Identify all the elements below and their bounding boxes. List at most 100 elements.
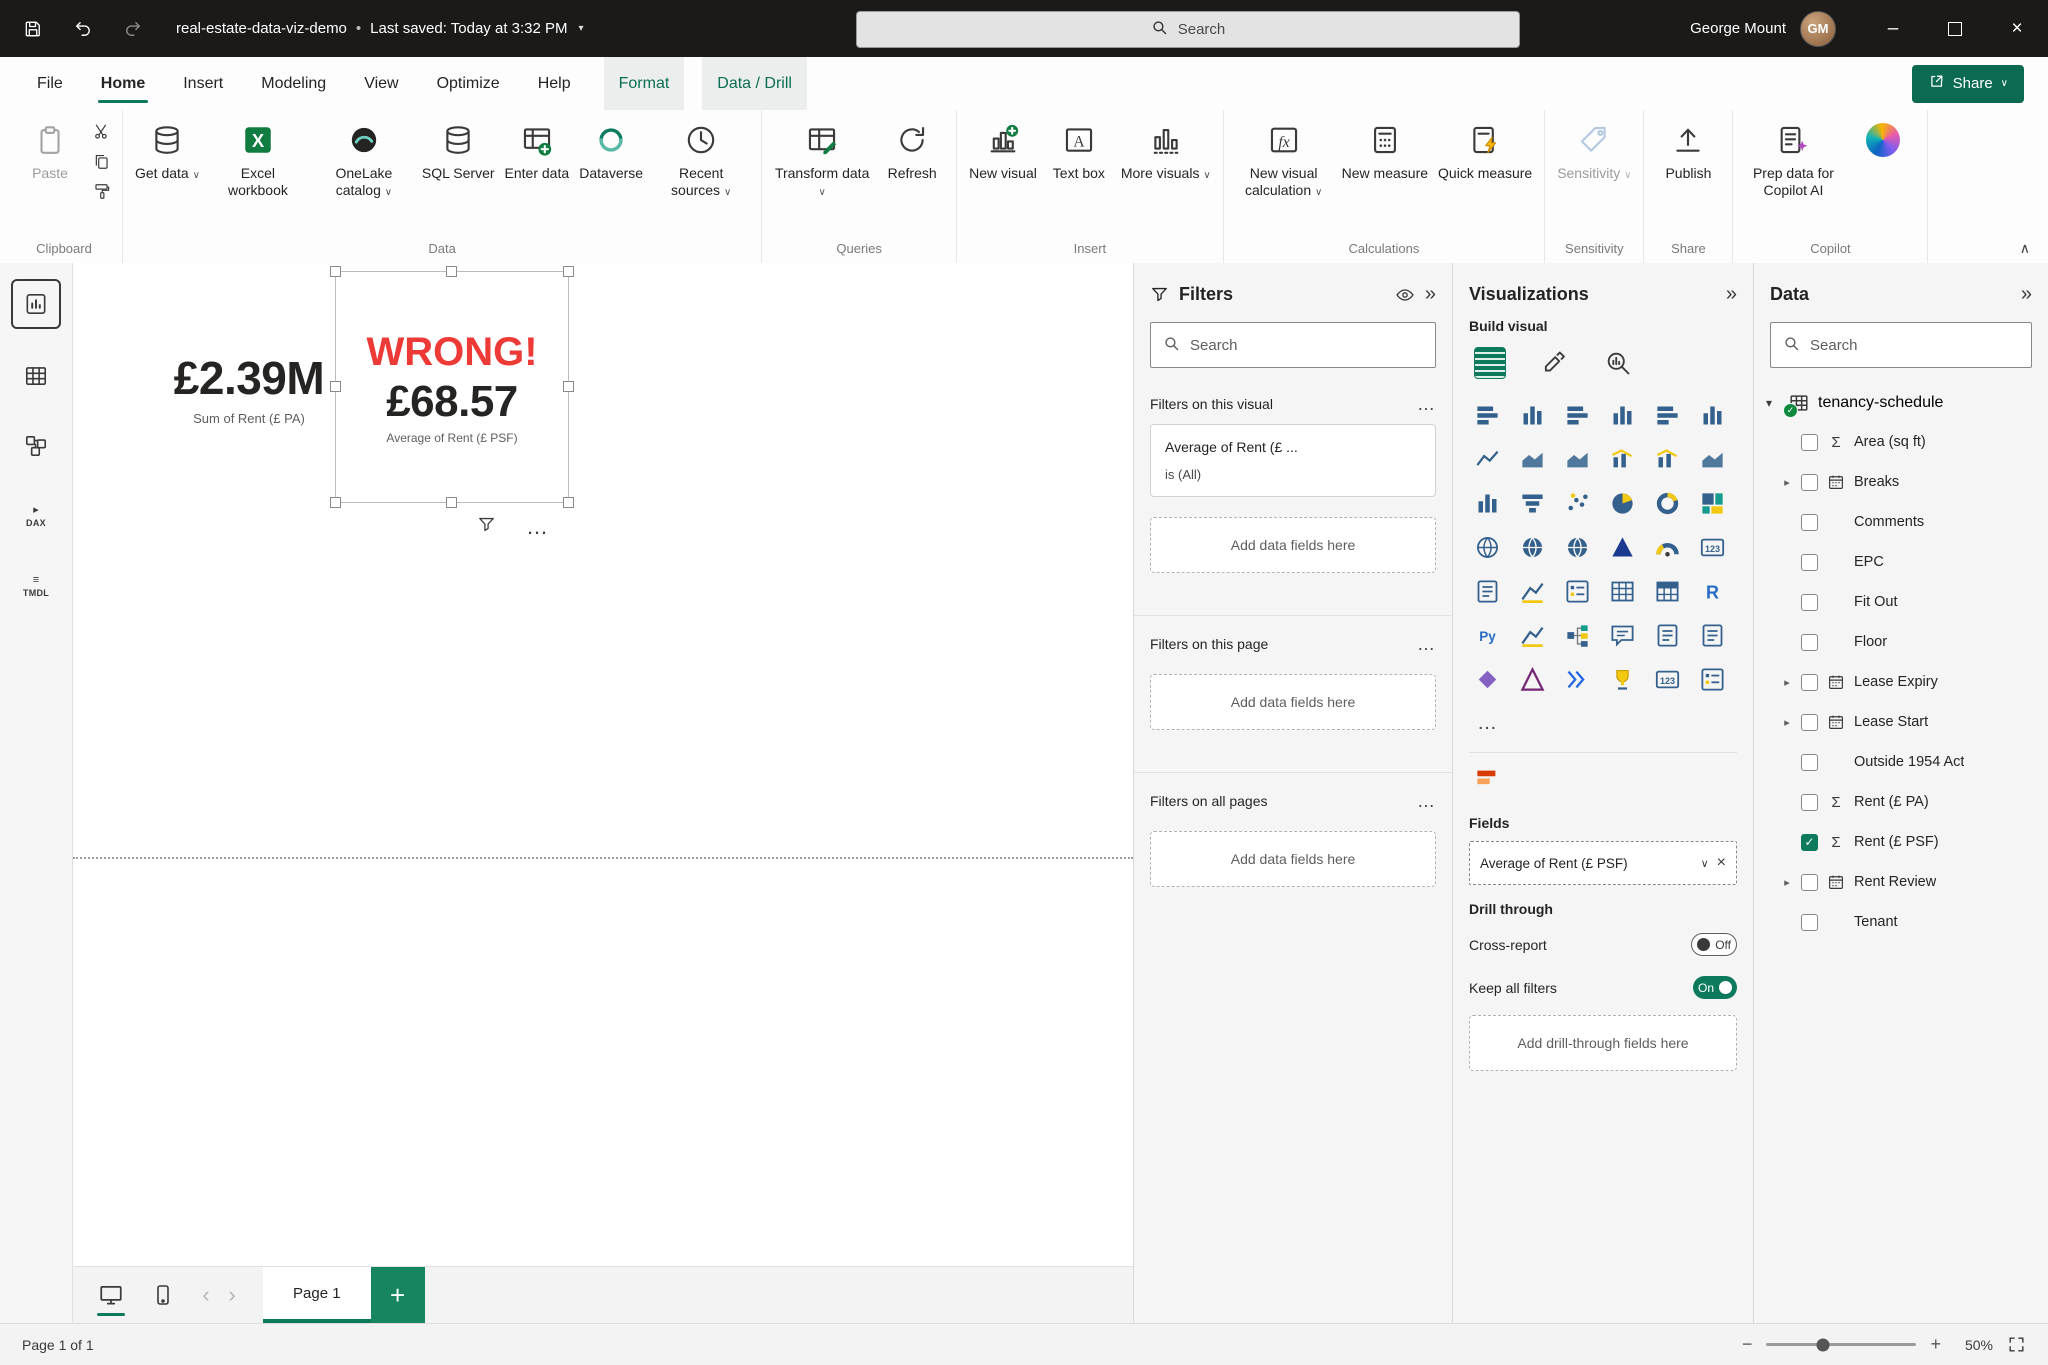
redo-icon[interactable] — [120, 16, 146, 42]
visual-type-stacked-area-chart-icon[interactable] — [1557, 440, 1598, 478]
format-painter-icon[interactable] — [88, 178, 114, 204]
field-checkbox[interactable] — [1801, 594, 1818, 611]
visual-type-paginated-report-icon[interactable] — [1692, 616, 1733, 654]
add-page-button[interactable]: + — [371, 1267, 425, 1323]
zoom-out-button[interactable]: − — [1742, 1334, 1753, 1355]
quick-measure-button[interactable]: Quick measure — [1434, 116, 1536, 184]
expand-chevron-icon[interactable]: ▸ — [1780, 716, 1794, 729]
visual-type-smart-narrative-icon[interactable] — [1647, 616, 1688, 654]
zoom-slider-knob[interactable] — [1817, 1338, 1830, 1351]
values-field-well[interactable]: Average of Rent (£ PSF) ∨ × — [1469, 841, 1737, 885]
visual-type-qa-visual-icon[interactable] — [1602, 616, 1643, 654]
expand-chevron-icon[interactable]: ▸ — [1780, 676, 1794, 689]
field-checkbox[interactable] — [1801, 794, 1818, 811]
selection-handle[interactable] — [446, 266, 457, 277]
dataverse-button[interactable]: Dataverse — [575, 116, 647, 184]
minimize-icon[interactable]: – — [1862, 0, 1924, 57]
visual-type-power-apps-visual-icon[interactable] — [1512, 660, 1553, 698]
ribbon-tab-optimize[interactable]: Optimize — [422, 57, 515, 110]
card-visual-avg-rent-psf-selected[interactable]: WRONG! £68.57 Average of Rent (£ PSF) — [335, 271, 569, 503]
refresh-button[interactable]: Refresh — [876, 116, 948, 184]
table-view[interactable] — [13, 353, 59, 399]
remove-field-icon[interactable]: × — [1717, 854, 1726, 872]
save-icon[interactable] — [20, 16, 46, 42]
ribbon-tab-home[interactable]: Home — [86, 57, 160, 110]
visual-type-kpi-icon[interactable] — [1512, 572, 1553, 610]
field-checkbox[interactable] — [1801, 754, 1818, 771]
copy-icon[interactable] — [88, 148, 114, 174]
keep-all-filters-toggle[interactable]: On — [1693, 976, 1737, 999]
visual-type-stacked-column-chart-icon[interactable] — [1512, 396, 1553, 434]
ribbon-tab-format[interactable]: Format — [604, 57, 685, 110]
paste-button[interactable]: Paste — [14, 116, 86, 184]
dax-query-view[interactable]: ▸DAX — [13, 493, 59, 539]
visual-type-ribbon-chart-icon[interactable] — [1692, 440, 1733, 478]
visual-type-line-and-clustered-column-chart-icon[interactable] — [1647, 440, 1688, 478]
copilot-button[interactable] — [1847, 116, 1919, 164]
onelake-catalog-button[interactable]: OneLake catalog ∨ — [312, 116, 416, 201]
visual-type-100-stacked-column-chart-icon[interactable] — [1692, 396, 1733, 434]
text-box-button[interactable]: AText box — [1043, 116, 1115, 184]
document-title[interactable]: real-estate-data-viz-demo • Last saved: … — [176, 20, 584, 37]
selection-handle[interactable] — [563, 266, 574, 277]
visual-type-r-script-visual-icon[interactable]: R — [1692, 572, 1733, 610]
field-pill[interactable]: Average of Rent (£ PSF) — [1480, 856, 1693, 871]
share-button[interactable]: Share ∨ — [1912, 65, 2024, 103]
fit-to-page-icon[interactable] — [2007, 1335, 2026, 1354]
ribbon-tab-data-drill[interactable]: Data / Drill — [702, 57, 807, 110]
add-data-fields-visual[interactable]: Add data fields here — [1150, 517, 1436, 573]
maximize-icon[interactable] — [1924, 0, 1986, 57]
field-checkbox[interactable]: ✓ — [1801, 834, 1818, 851]
selection-handle[interactable] — [330, 497, 341, 508]
visual-type-pie-chart-icon[interactable] — [1602, 484, 1643, 522]
get-data-button[interactable]: Get data ∨ — [131, 116, 204, 184]
ribbon-tab-modeling[interactable]: Modeling — [246, 57, 341, 110]
field-checkbox[interactable] — [1801, 434, 1818, 451]
visual-type-metrics-visual-icon[interactable] — [1602, 660, 1643, 698]
visual-type-filled-map-icon[interactable] — [1512, 528, 1553, 566]
visual-type-matrix-icon[interactable] — [1647, 572, 1688, 610]
sql-server-button[interactable]: SQL Server — [418, 116, 499, 184]
transform-data-button[interactable]: Transform data ∨ — [770, 116, 874, 201]
cross-report-toggle[interactable]: Off — [1691, 933, 1737, 956]
enter-data-button[interactable]: Enter data — [501, 116, 574, 184]
close-icon[interactable]: × — [1986, 0, 2048, 57]
mobile-layout-icon[interactable] — [141, 1274, 185, 1316]
visual-type-map-icon[interactable] — [1467, 528, 1508, 566]
table-tenancy-schedule[interactable]: ▾ ✓ tenancy-schedule — [1754, 382, 2048, 422]
model-view[interactable] — [13, 423, 59, 469]
visual-type-treemap-icon[interactable] — [1692, 484, 1733, 522]
visual-type-waterfall-chart-icon[interactable] — [1467, 484, 1508, 522]
visual-type-donut-chart-icon[interactable] — [1647, 484, 1688, 522]
visual-type-clustered-column-chart-icon[interactable] — [1602, 396, 1643, 434]
previous-page-arrow[interactable]: ‹ — [193, 1282, 219, 1308]
undo-icon[interactable] — [70, 16, 96, 42]
collapse-data-pane-icon[interactable]: » — [2021, 283, 2032, 306]
recent-sources-button[interactable]: Recent sources ∨ — [649, 116, 753, 201]
sensitivity-button[interactable]: Sensitivity ∨ — [1553, 116, 1635, 184]
more-visual-types-icon[interactable]: … — [1467, 704, 1508, 742]
ribbon-tab-file[interactable]: File — [22, 57, 78, 110]
chevron-down-icon[interactable]: ∨ — [1701, 857, 1709, 870]
zoom-slider[interactable] — [1766, 1343, 1916, 1346]
filters-search-input[interactable]: Search — [1150, 322, 1436, 368]
data-field-lease-expiry[interactable]: ▸Lease Expiry — [1754, 662, 2048, 702]
data-field-lease-start[interactable]: ▸Lease Start — [1754, 702, 2048, 742]
visual-type-shape-map-icon[interactable] — [1557, 528, 1598, 566]
visual-type-stacked-bar-chart-icon[interactable] — [1467, 396, 1508, 434]
new-visual-calculation-button[interactable]: fxNew visual calculation ∨ — [1232, 116, 1336, 201]
visual-type-key-influencers-icon[interactable] — [1512, 616, 1553, 654]
selection-handle[interactable] — [563, 497, 574, 508]
add-data-fields-page[interactable]: Add data fields here — [1150, 674, 1436, 730]
zoom-in-button[interactable]: + — [1930, 1334, 1941, 1355]
add-drill-through-fields[interactable]: Add drill-through fields here — [1469, 1015, 1737, 1071]
visual-type-slicer-icon[interactable] — [1557, 572, 1598, 610]
data-field-rent-review[interactable]: ▸Rent Review — [1754, 862, 2048, 902]
new-visual-button[interactable]: New visual — [965, 116, 1041, 184]
data-field-rent-pa[interactable]: ΣRent (£ PA) — [1754, 782, 2048, 822]
data-field-tenant[interactable]: Tenant — [1754, 902, 2048, 942]
add-data-fields-all-pages[interactable]: Add data fields here — [1150, 831, 1436, 887]
visual-type-card-icon[interactable]: 123 — [1692, 528, 1733, 566]
visual-type-decomposition-tree-icon[interactable] — [1557, 616, 1598, 654]
visual-type-gauge-icon[interactable] — [1647, 528, 1688, 566]
